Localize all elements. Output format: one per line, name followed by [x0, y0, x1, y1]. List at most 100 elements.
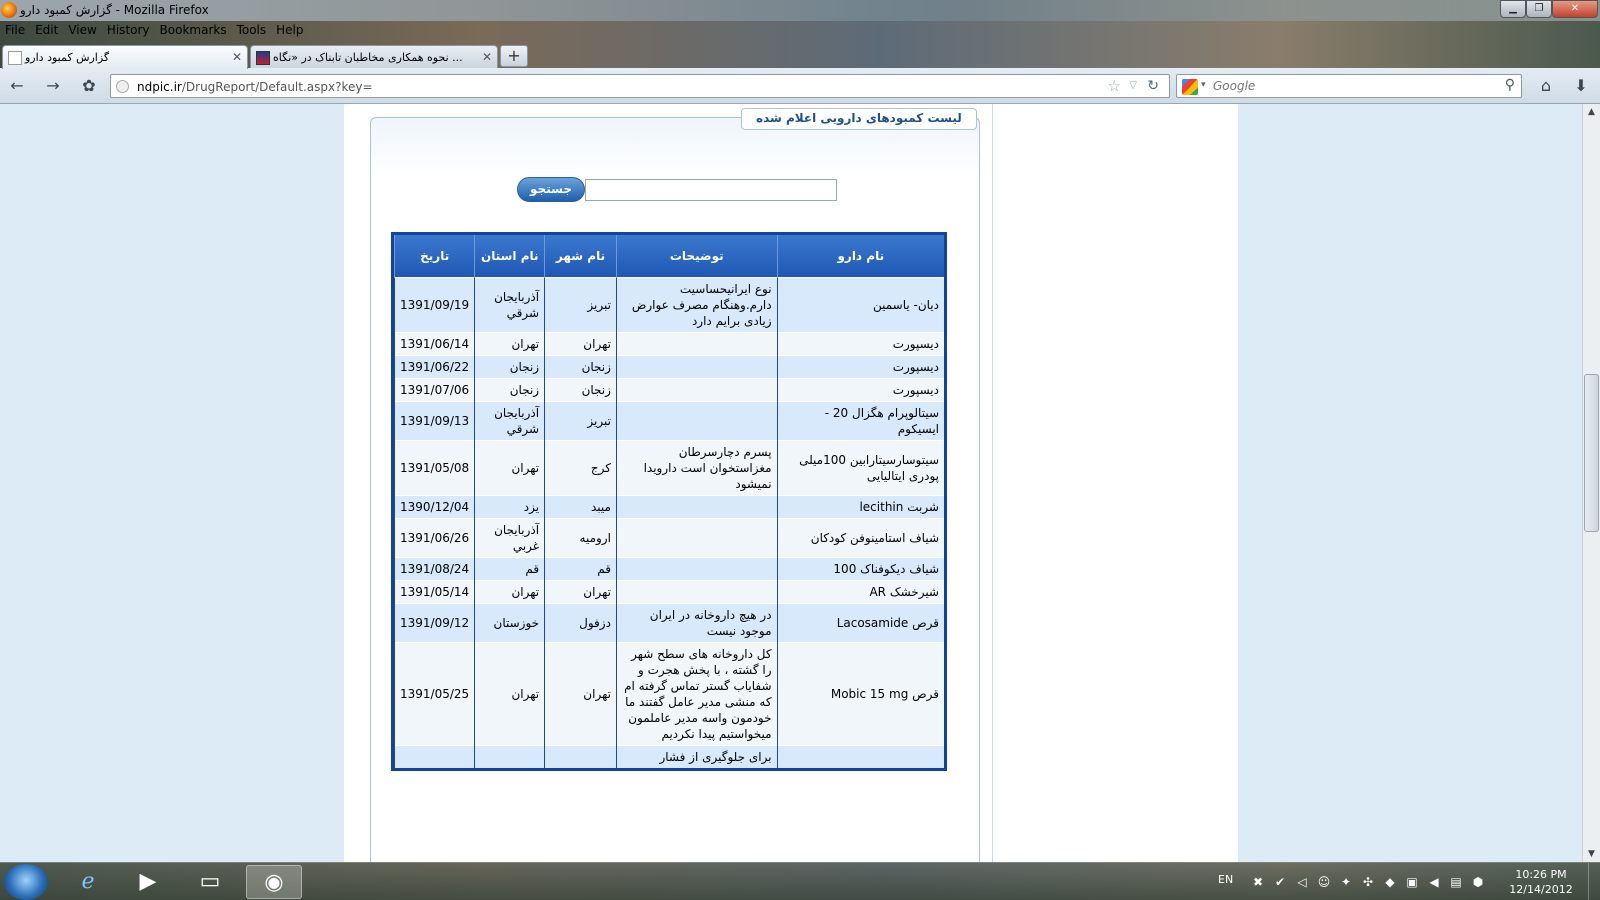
url-bar[interactable]: ndpic.ir/DrugReport/Default.aspx?key= ☆ …	[110, 74, 1170, 98]
cell-description	[615, 579, 778, 603]
tab-tabnak[interactable]: نحوه همکاری مخاطبان تابناک در «نگاه ... …	[250, 45, 498, 69]
cell-city: زنجان	[544, 377, 617, 401]
vertical-scrollbar[interactable]: ▲ ▼	[1582, 104, 1600, 862]
cell-drug-name: دیسپورت	[776, 331, 944, 355]
header-description[interactable]: توضيحات	[615, 235, 778, 277]
search-bar[interactable]: ▾ ⚲	[1176, 74, 1522, 98]
cell-city	[544, 744, 617, 768]
tray-runner-icon[interactable]: ✦	[1338, 874, 1354, 890]
header-date[interactable]: تاریخ	[393, 235, 475, 277]
search-text-input[interactable]	[585, 179, 837, 201]
clock-time: 10:26 PM	[1515, 868, 1567, 881]
cell-date	[393, 744, 475, 768]
cell-drug-name: سیتوسارسیتارابین 100میلی پودری ایتالیایی	[776, 439, 944, 495]
close-window-button[interactable]: ✕	[1552, 0, 1598, 18]
cell-province: يزد	[474, 494, 545, 518]
tray-network-icon[interactable]: ◆	[1382, 874, 1398, 890]
search-magnifier-icon[interactable]: ⚲	[1505, 77, 1515, 93]
menu-view[interactable]: View	[63, 21, 101, 37]
cell-description: پسرم دچارسرطان مغزاستخوان است دارویدا نم…	[615, 439, 778, 495]
back-icon[interactable]: ←	[6, 76, 28, 96]
menu-bar: File Edit View History Bookmarks Tools Help	[0, 21, 400, 41]
tray-flag-icon[interactable]: ✖	[1250, 874, 1266, 890]
cell-city: قم	[544, 556, 617, 580]
google-engine-icon[interactable]	[1182, 79, 1198, 95]
forward-icon[interactable]: →	[42, 76, 64, 96]
tab-drug-report[interactable]: گزارش کمبود دارو ✕	[2, 45, 248, 69]
cell-drug-name: دیان- یاسمین	[776, 276, 944, 332]
cell-date: 1391/09/13	[393, 400, 475, 440]
window-title: گزارش کمبود دارو - Mozilla Firefox	[20, 3, 209, 17]
cell-date: 1391/07/06	[393, 377, 475, 401]
menu-tools[interactable]: Tools	[232, 21, 272, 37]
cell-city: اروميه	[544, 517, 617, 557]
table-row: شربت lecithin ميبد يزد 1390/12/04	[393, 494, 944, 518]
url-text[interactable]: ndpic.ir/DrugReport/Default.aspx?key=	[137, 80, 373, 94]
tray-antivirus-icon[interactable]: ⬢	[1470, 874, 1486, 890]
cell-city: دزفول	[544, 602, 617, 642]
page-body: ليست كمبودهای دارويی اعلام شده جستجو نام…	[344, 104, 1238, 862]
cell-date: 1391/06/26	[393, 517, 475, 557]
tray-app-icon[interactable]: ✣	[1360, 874, 1376, 890]
tray-cert-icon[interactable]: ✔	[1272, 874, 1288, 890]
engine-dropdown-icon[interactable]: ▾	[1201, 80, 1206, 90]
media-player-icon[interactable]: ▶	[120, 865, 176, 899]
cell-province: زنجان	[474, 377, 545, 401]
close-tab-icon[interactable]: ✕	[232, 50, 242, 64]
downloads-icon[interactable]: ⬇	[1570, 76, 1592, 96]
tray-folder-icon[interactable]: ▤	[1448, 874, 1464, 890]
cell-city: تهران	[544, 641, 617, 745]
menu-edit[interactable]: Edit	[30, 21, 63, 37]
tray-smiley-icon[interactable]: ☺	[1316, 874, 1332, 890]
reload-icon[interactable]: ↻	[1147, 78, 1159, 94]
menu-bookmarks[interactable]: Bookmarks	[155, 21, 232, 37]
language-indicator[interactable]: EN	[1218, 873, 1233, 886]
start-button[interactable]	[4, 864, 48, 900]
firefox-taskbar-icon[interactable]: ◉	[246, 865, 302, 899]
minimize-button[interactable]: ▁	[1500, 0, 1526, 18]
menu-file[interactable]: File	[0, 21, 30, 37]
cell-city: تهران	[544, 579, 617, 603]
scroll-up-arrow-icon[interactable]: ▲	[1583, 104, 1600, 120]
bookmark-star-icon[interactable]: ☆	[1108, 77, 1121, 95]
search-button[interactable]: جستجو	[517, 177, 585, 202]
scroll-down-arrow-icon[interactable]: ▼	[1583, 846, 1600, 862]
cell-drug-name: قرص Lacosamide	[776, 602, 944, 642]
cell-province: تهران	[474, 579, 545, 603]
show-desktop-button[interactable]	[1588, 863, 1600, 900]
cell-description	[615, 517, 778, 557]
column-divider	[992, 104, 993, 862]
table-body: دیان- یاسمین نوع ایرانیحساسیت دارم.وهنگام…	[393, 276, 944, 768]
addon-icon[interactable]: ✿	[78, 76, 100, 96]
scrollbar-thumb[interactable]	[1584, 374, 1599, 532]
tray-volume-icon[interactable]: ◀	[1426, 874, 1442, 890]
clock[interactable]: 10:26 PM 12/14/2012	[1506, 867, 1576, 897]
maximize-button[interactable]: ❐	[1526, 0, 1552, 18]
table-row: سیتالوپرام هگزال 20 - ایسیکوم تبريز آذرباي…	[393, 400, 944, 440]
table-row: دیسپورت زنجان زنجان 1391/07/06	[393, 377, 944, 401]
page-icon	[8, 51, 22, 65]
table-row: سیتوسارسیتارابین 100میلی پودری ایتالیایی…	[393, 439, 944, 495]
cell-drug-name: شیاف استامینوفن کودکان	[776, 517, 944, 557]
header-province[interactable]: نام استان	[474, 235, 545, 277]
home-icon[interactable]: ⌂	[1535, 76, 1557, 96]
internet-explorer-icon[interactable]: ℯ	[60, 865, 116, 899]
close-tab-icon[interactable]: ✕	[482, 50, 492, 64]
menu-help[interactable]: Help	[271, 21, 308, 37]
table-row: شیاف استامینوفن کودکان اروميه آذربايجان غر…	[393, 517, 944, 557]
menu-history[interactable]: History	[102, 21, 155, 37]
site-identity-icon[interactable]	[116, 80, 129, 93]
header-city[interactable]: نام شهر	[544, 235, 617, 277]
file-explorer-icon[interactable]: ▭	[182, 865, 238, 899]
tray-speaker-muted-icon[interactable]: ◁	[1294, 874, 1310, 890]
tab-label: نحوه همکاری مخاطبان تابناک در «نگاه ...	[273, 51, 463, 64]
cell-city: تبريز	[544, 400, 617, 440]
search-input[interactable]	[1213, 78, 1483, 94]
cell-description: برای جلوگیری از فشار	[615, 744, 778, 768]
new-tab-button[interactable]: +	[500, 45, 528, 67]
tray-monitor-icon[interactable]: ▣	[1404, 874, 1420, 890]
cell-description	[615, 377, 778, 401]
history-dropdown-icon[interactable]: ▽	[1129, 80, 1137, 91]
header-drug-name[interactable]: نام دارو	[776, 235, 944, 277]
tab-label: گزارش کمبود دارو	[25, 51, 110, 64]
